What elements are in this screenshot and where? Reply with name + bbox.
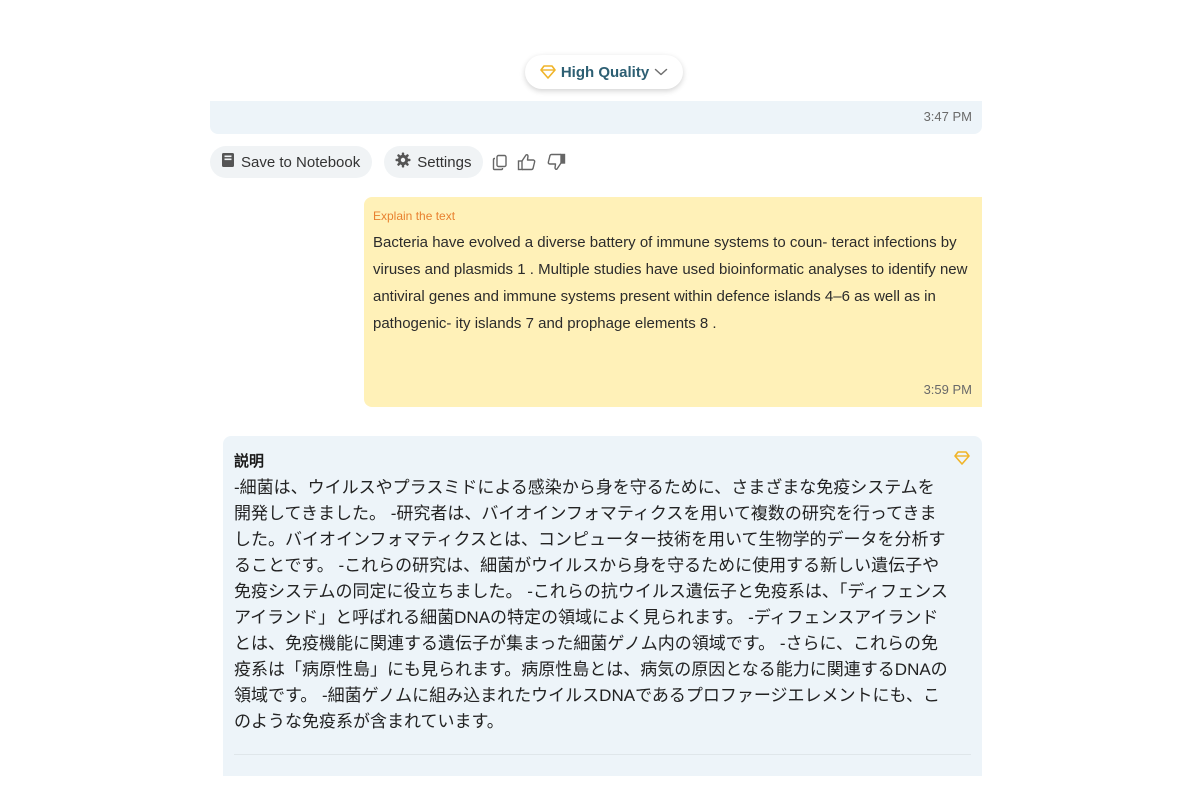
assistant-message: 説明 -細菌は、ウイルスやプラスミドによる感染から身を守るために、さまざまな免疫… — [223, 436, 982, 776]
notebook-icon — [221, 152, 235, 172]
user-message: Explain the text Bacteria have evolved a… — [364, 197, 982, 407]
divider — [234, 754, 971, 755]
thumbs-up-icon[interactable] — [517, 153, 537, 171]
previous-message: 3:47 PM — [210, 101, 982, 134]
answer-title: 説明 — [234, 453, 265, 470]
save-to-notebook-button[interactable]: Save to Notebook — [210, 146, 373, 178]
quality-selector-label: High Quality — [560, 63, 650, 81]
user-message-text: Bacteria have evolved a diverse battery … — [373, 234, 968, 332]
message-actions: Save to Notebook Settings — [210, 146, 566, 178]
chevron-down-icon — [654, 67, 668, 77]
settings-label: Settings — [417, 153, 472, 171]
gear-icon — [395, 152, 411, 172]
message-timestamp: 3:59 PM — [923, 382, 972, 397]
thumbs-down-icon[interactable] — [546, 153, 566, 171]
diamond-icon — [954, 451, 970, 470]
copy-icon[interactable] — [492, 154, 508, 171]
user-message-label: Explain the text — [373, 209, 456, 223]
answer-text: -細菌は、ウイルスやプラスミドによる感染から身を守るために、さまざまな免疫システ… — [234, 478, 948, 731]
save-to-notebook-label: Save to Notebook — [241, 153, 361, 171]
quality-selector[interactable]: High Quality — [525, 55, 683, 89]
settings-button[interactable]: Settings — [384, 146, 484, 178]
diamond-icon — [540, 65, 556, 79]
message-timestamp: 3:47 PM — [923, 109, 972, 124]
